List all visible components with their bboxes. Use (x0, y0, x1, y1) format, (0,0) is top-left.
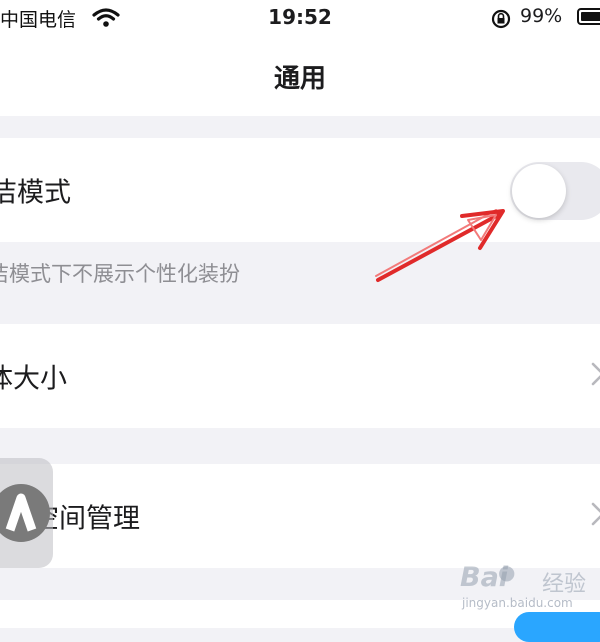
battery-percentage: 99% (520, 5, 563, 27)
watermark-url: jingyan.baidu.com (462, 596, 573, 610)
simple-mode-description: 洁模式下不展示个性化装扮 (0, 262, 240, 286)
font-size-label: 体大小 (0, 363, 67, 395)
chevron-right-icon (590, 361, 600, 391)
status-bar: 中国电信 19:52 99% (0, 0, 600, 36)
baidu-jingyan-watermark: Bai ● 经验 jingyan.baidu.com (460, 560, 600, 620)
space-management-row[interactable]: 空间管理 (0, 464, 600, 568)
simple-mode-label: 洁模式 (0, 177, 71, 209)
paw-icon: ● (498, 560, 516, 584)
simple-mode-row: 洁模式 (0, 138, 600, 242)
navigation-bar: 通用 (0, 36, 600, 116)
assistive-logo-icon (0, 484, 50, 542)
orientation-lock-icon (490, 9, 512, 33)
simple-mode-toggle[interactable] (510, 162, 600, 220)
page-title: 通用 (273, 64, 326, 94)
assistive-touch-button[interactable] (0, 458, 53, 568)
battery-icon (577, 8, 600, 25)
chevron-right-icon (590, 501, 600, 531)
watermark-text: 经验 (542, 572, 587, 597)
font-size-row[interactable]: 体大小 (0, 324, 600, 428)
toggle-knob (512, 164, 566, 218)
